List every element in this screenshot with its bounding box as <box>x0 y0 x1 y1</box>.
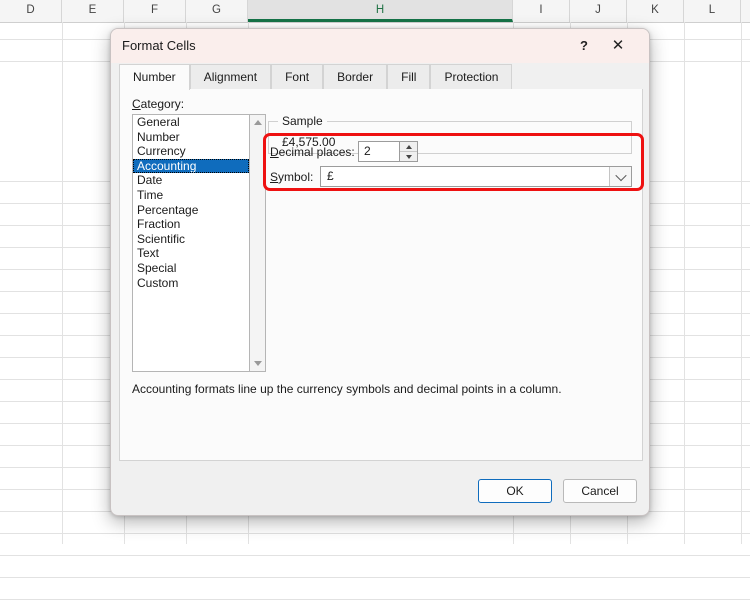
sample-group-label: Sample <box>278 114 327 128</box>
column-header-j[interactable]: J <box>570 0 627 22</box>
category-description: Accounting formats line up the currency … <box>132 381 632 397</box>
grid-column-line <box>741 22 742 544</box>
help-icon[interactable]: ? <box>571 34 597 58</box>
spinner-up-icon[interactable] <box>400 142 417 152</box>
category-item-currency[interactable]: Currency <box>133 144 249 159</box>
chevron-down-icon[interactable] <box>609 167 631 186</box>
close-icon[interactable]: ✕ <box>605 34 631 58</box>
category-item-text[interactable]: Text <box>133 246 249 261</box>
tab-alignment[interactable]: Alignment <box>190 64 271 89</box>
symbol-combobox[interactable]: £ <box>320 166 632 187</box>
dialog-button-row: OK Cancel <box>111 469 650 513</box>
tab-fill[interactable]: Fill <box>387 64 430 89</box>
column-header-row: DEFGHIJKL <box>0 0 750 23</box>
column-header-i[interactable]: I <box>513 0 570 22</box>
spinner-down-icon[interactable] <box>400 152 417 161</box>
tab-border[interactable]: Border <box>323 64 387 89</box>
category-scrollbar[interactable] <box>250 114 266 372</box>
dialog-titlebar: Format Cells ? ✕ <box>111 29 649 63</box>
grid-row <box>0 578 750 600</box>
grid-column-line <box>62 22 63 544</box>
category-item-accounting[interactable]: Accounting <box>133 159 249 174</box>
category-item-date[interactable]: Date <box>133 173 249 188</box>
category-item-percentage[interactable]: Percentage <box>133 203 249 218</box>
tab-font[interactable]: Font <box>271 64 323 89</box>
triangle-down-icon[interactable] <box>250 356 265 371</box>
category-item-general[interactable]: General <box>133 115 249 130</box>
decimal-places-label: Decimal places: <box>270 145 355 159</box>
decimal-places-label-rest: ecimal places: <box>279 145 355 159</box>
dialog-title: Format Cells <box>122 38 196 53</box>
grid-row <box>0 556 750 578</box>
category-label-rest: ategory: <box>141 97 184 111</box>
decimal-places-stepper[interactable]: 2 <box>358 141 418 162</box>
number-tab-panel: Category: GeneralNumberCurrencyAccountin… <box>119 89 643 461</box>
column-header-f[interactable]: F <box>124 0 186 22</box>
triangle-up-icon[interactable] <box>250 115 265 130</box>
tab-protection[interactable]: Protection <box>430 64 512 89</box>
symbol-value: £ <box>327 169 334 183</box>
category-listbox[interactable]: GeneralNumberCurrencyAccountingDateTimeP… <box>132 114 250 372</box>
category-label: Category: <box>132 97 184 111</box>
column-header-l[interactable]: L <box>684 0 741 22</box>
tab-number[interactable]: Number <box>119 64 190 90</box>
dialog-tabstrip: NumberAlignmentFontBorderFillProtection <box>119 63 641 90</box>
column-header-h[interactable]: H <box>248 0 513 22</box>
category-item-number[interactable]: Number <box>133 130 249 145</box>
grid-column-line <box>684 22 685 544</box>
category-item-fraction[interactable]: Fraction <box>133 217 249 232</box>
category-item-scientific[interactable]: Scientific <box>133 232 249 247</box>
category-item-custom[interactable]: Custom <box>133 276 249 291</box>
category-item-special[interactable]: Special <box>133 261 249 276</box>
format-cells-dialog: Format Cells ? ✕ NumberAlignmentFontBord… <box>110 28 650 516</box>
decimal-places-spin-buttons[interactable] <box>399 142 417 161</box>
cancel-button[interactable]: Cancel <box>563 479 637 503</box>
column-header-g[interactable]: G <box>186 0 248 22</box>
category-item-time[interactable]: Time <box>133 188 249 203</box>
symbol-label-rest: ymbol: <box>278 170 313 184</box>
ok-button[interactable]: OK <box>478 479 552 503</box>
column-header-e[interactable]: E <box>62 0 124 22</box>
column-header-k[interactable]: K <box>627 0 684 22</box>
column-header-d[interactable]: D <box>0 0 62 22</box>
symbol-label: Symbol: <box>270 170 313 184</box>
decimal-places-value: 2 <box>364 144 371 158</box>
